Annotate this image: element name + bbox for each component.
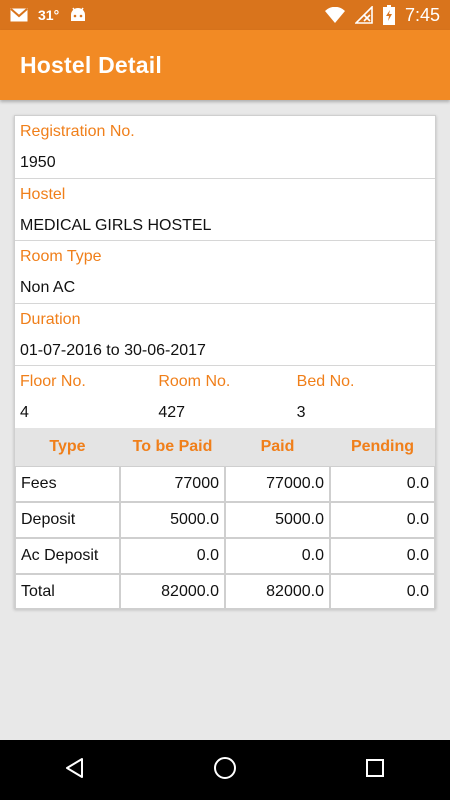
registration-field: Registration No. 1950 — [15, 116, 435, 179]
row-type: Deposit — [15, 502, 120, 539]
bed-col: Bed No. 3 — [297, 366, 435, 428]
room-type-value: Non AC — [20, 279, 76, 297]
room-label: Room No. — [158, 373, 231, 391]
wifi-icon — [324, 7, 345, 23]
row-paid: 82000.0 — [225, 574, 330, 611]
table-row: Total 82000.0 82000.0 0.0 — [15, 574, 435, 611]
floor-col: Floor No. 4 — [20, 366, 158, 428]
row-to-be-paid: 82000.0 — [120, 574, 225, 611]
no-signal-icon — [354, 6, 373, 24]
header-type: Type — [49, 438, 86, 456]
app-bar: Hostel Detail — [0, 30, 450, 100]
status-right: 7:45 — [324, 4, 440, 26]
row-type: Ac Deposit — [15, 538, 120, 575]
row-pending: 0.0 — [330, 502, 435, 539]
system-nav-bar — [0, 740, 450, 800]
floor-label: Floor No. — [20, 373, 86, 391]
gmail-icon — [10, 8, 28, 22]
page-title: Hostel Detail — [20, 51, 162, 78]
status-left: 31° — [10, 7, 87, 23]
header-to-be-paid: To be Paid — [132, 438, 213, 456]
bed-value: 3 — [296, 404, 306, 422]
header-pending: Pending — [350, 438, 415, 456]
hostel-field: Hostel MEDICAL GIRLS HOSTEL — [15, 179, 435, 242]
home-icon — [212, 755, 238, 786]
duration-value: 01-07-2016 to 30-06-2017 — [20, 341, 206, 359]
row-pending: 0.0 — [330, 574, 435, 611]
payment-table-header: Type To be Paid Paid Pending — [15, 428, 435, 467]
hostel-value: MEDICAL GIRLS HOSTEL — [20, 216, 212, 234]
bed-label: Bed No. — [296, 373, 355, 391]
row-to-be-paid: 0.0 — [120, 538, 225, 575]
table-row: Fees 77000 77000.0 0.0 — [15, 466, 435, 503]
room-col: Room No. 427 — [158, 366, 296, 428]
row-paid: 0.0 — [225, 538, 330, 575]
table-row: Ac Deposit 0.0 0.0 0.0 — [15, 538, 435, 575]
payment-table: Type To be Paid Paid Pending Fees 77000 … — [15, 428, 435, 611]
row-to-be-paid: 77000 — [120, 466, 225, 503]
floor-value: 4 — [20, 404, 29, 422]
row-paid: 5000.0 — [225, 502, 330, 539]
duration-label: Duration — [20, 310, 81, 328]
hostel-label: Hostel — [20, 185, 66, 203]
back-icon — [64, 757, 86, 784]
registration-label: Registration No. — [20, 123, 135, 140]
duration-field: Duration 01-07-2016 to 30-06-2017 — [15, 304, 435, 367]
room-allocation-row: Floor No. 4 Room No. 427 Bed No. 3 — [15, 366, 435, 428]
recents-icon — [364, 757, 386, 784]
android-icon — [69, 7, 87, 23]
row-to-be-paid: 5000.0 — [120, 502, 225, 539]
battery-icon — [382, 5, 395, 25]
home-button[interactable] — [195, 740, 255, 800]
room-type-field: Room Type Non AC — [15, 241, 435, 304]
room-value: 427 — [158, 404, 186, 422]
recents-button[interactable] — [345, 740, 405, 800]
hostel-detail-card: Registration No. 1950 Hostel MEDICAL GIR… — [14, 115, 436, 611]
row-type: Total — [15, 574, 120, 611]
registration-value: 1950 — [20, 154, 56, 171]
row-pending: 0.0 — [330, 538, 435, 575]
temperature-text: 31° — [38, 7, 60, 23]
status-bar: 31° 7:45 — [0, 0, 450, 30]
header-paid: Paid — [260, 438, 295, 456]
back-button[interactable] — [45, 740, 105, 800]
room-type-label: Room Type — [20, 248, 102, 266]
clock-text: 7:45 — [404, 4, 440, 25]
table-row: Deposit 5000.0 5000.0 0.0 — [15, 502, 435, 539]
row-type: Fees — [15, 466, 120, 503]
row-pending: 0.0 — [330, 466, 435, 503]
row-paid: 77000.0 — [225, 466, 330, 503]
